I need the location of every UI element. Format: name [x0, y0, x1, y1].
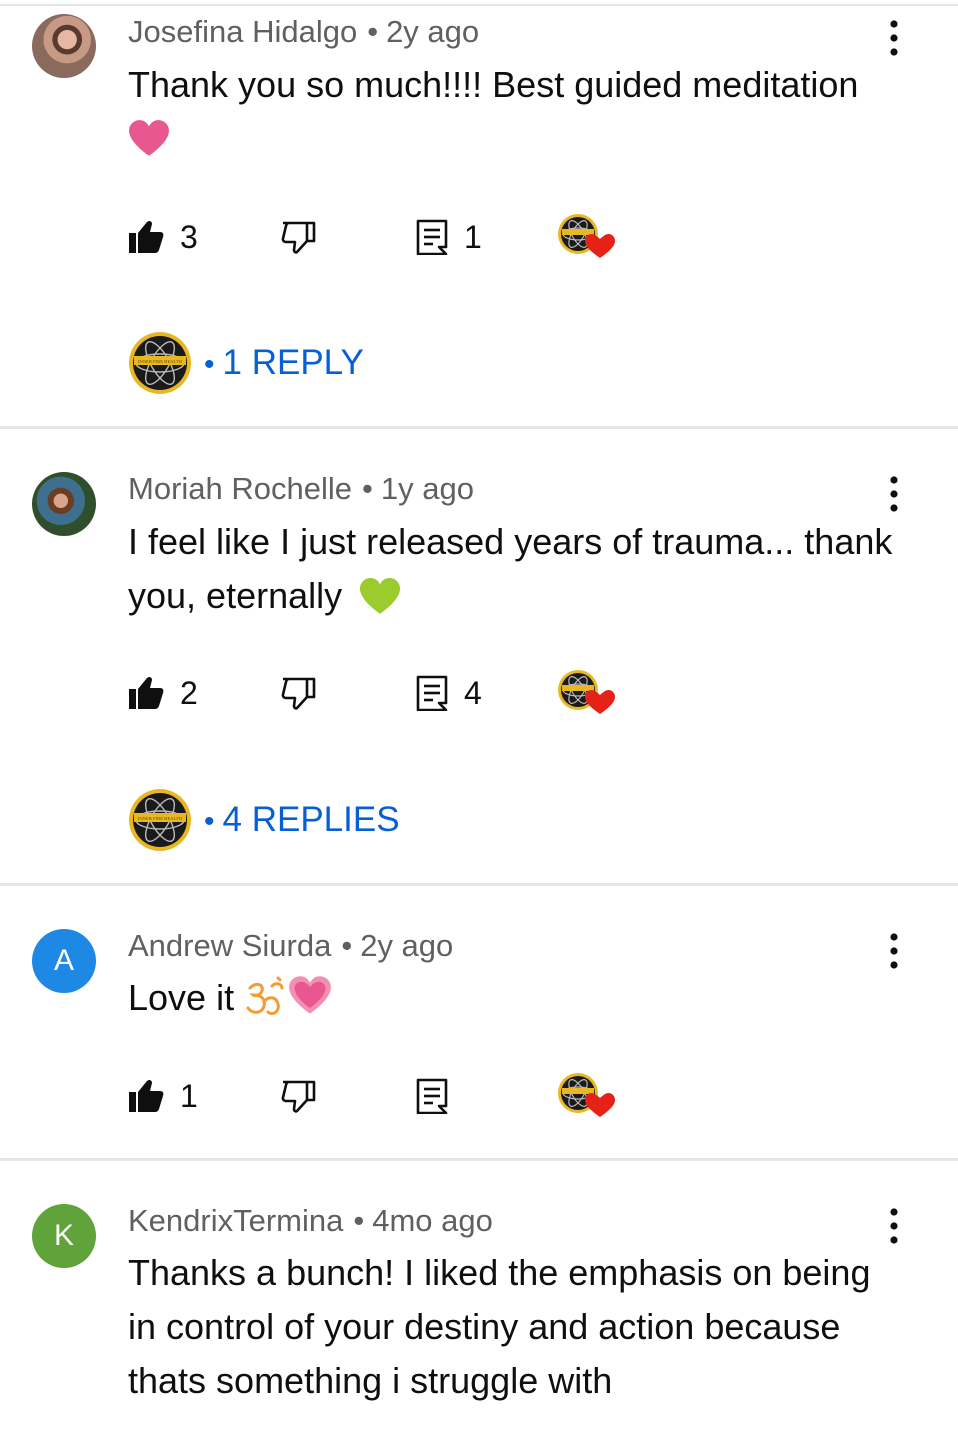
- dislike-button[interactable]: [280, 668, 316, 718]
- comment-actions: 3 1: [128, 212, 648, 262]
- reply-count: 1: [464, 218, 482, 255]
- comment-age: 1y ago: [380, 471, 474, 506]
- channel-logo-text: INNER FIRE HEALTH: [138, 816, 183, 821]
- comment-text: I feel like I just released years of tra…: [128, 521, 893, 616]
- like-count: 2: [180, 674, 198, 711]
- creator-heart-icon: [558, 214, 615, 258]
- replies-label: • 4 REPLIES: [204, 800, 400, 840]
- comment-actions: 1: [128, 1071, 648, 1121]
- like-count: 3: [180, 218, 198, 255]
- separator: •: [341, 928, 353, 963]
- dislike-button[interactable]: [280, 1071, 316, 1121]
- comment-text: Love it: [128, 977, 235, 1018]
- thumbs-up-icon: [129, 1079, 164, 1112]
- author-name[interactable]: Andrew Siurda: [128, 928, 331, 963]
- comment-thread: K KendrixTermina • 4mo ago Thanks a bunch!…: [0, 1188, 958, 1440]
- comment-text-block: I feel like I just released years of tra…: [128, 515, 918, 623]
- comment-divider: [0, 426, 958, 429]
- more-options-icon[interactable]: [880, 474, 908, 514]
- green-heart-icon: [360, 578, 401, 614]
- avatar[interactable]: A: [32, 929, 96, 993]
- avatar-letter: A: [53, 944, 74, 977]
- separator: •: [367, 14, 379, 49]
- thumbs-down-icon: [281, 221, 316, 254]
- sparkling-heart-icon: [289, 976, 331, 1014]
- comment-text: Thank you so much!!!! Best guided medita…: [128, 64, 859, 105]
- more-options-icon[interactable]: [880, 931, 908, 971]
- comment-text-block: Love it: [128, 971, 918, 1025]
- comment-age: 4mo ago: [372, 1203, 493, 1238]
- comment-age: 2y ago: [360, 928, 454, 963]
- more-options-icon[interactable]: [880, 18, 908, 58]
- view-replies-button[interactable]: INNER FIRE HEALTH • 4 REPLIES: [128, 788, 400, 852]
- pink-heart-icon: [129, 120, 169, 156]
- more-options-icon[interactable]: [880, 1206, 908, 1246]
- comment-meta: Josefina Hidalgo • 2y ago: [128, 14, 479, 50]
- view-replies-button[interactable]: INNER FIRE HEALTH • 1 REPLY: [128, 331, 364, 395]
- avatar[interactable]: K: [32, 1204, 96, 1268]
- comment-actions: 2 4: [128, 668, 648, 718]
- avatar[interactable]: [32, 14, 96, 78]
- reply-icon: [416, 1078, 448, 1114]
- separator: •: [362, 471, 373, 506]
- thumbs-down-icon: [281, 1080, 316, 1113]
- comment-age: 2y ago: [386, 14, 480, 49]
- like-count: 1: [180, 1077, 198, 1114]
- separator: •: [204, 348, 215, 381]
- creator-heart-icon: [558, 1073, 615, 1117]
- comment-text-block: Thank you so much!!!! Best guided medita…: [128, 58, 918, 173]
- separator: •: [204, 805, 215, 838]
- comment-thread: A Andrew Siurda • 2y ago Love it 1: [0, 913, 958, 1163]
- replies-count-label: 4 REPLIES: [222, 800, 400, 839]
- comment-text-block: Thanks a bunch! I liked the emphasis on …: [128, 1246, 898, 1408]
- channel-logo-icon: INNER FIRE HEALTH: [129, 332, 191, 394]
- reply-button[interactable]: 1: [416, 212, 482, 262]
- author-name[interactable]: KendrixTermina: [128, 1203, 343, 1238]
- reply-count: 4: [464, 674, 482, 711]
- comment-meta: Andrew Siurda • 2y ago: [128, 928, 453, 964]
- thumbs-down-icon: [281, 677, 316, 710]
- comment-thread: Moriah Rochelle • 1y ago I feel like I jus…: [0, 456, 958, 886]
- channel-logo-text: INNER FIRE HEALTH: [138, 359, 183, 364]
- creator-heart-icon: [558, 670, 615, 714]
- channel-logo-icon: INNER FIRE HEALTH: [129, 789, 191, 851]
- thumbs-up-icon: [129, 676, 164, 709]
- like-button[interactable]: 1: [128, 1071, 198, 1121]
- reply-icon: [416, 219, 448, 255]
- separator: •: [353, 1203, 365, 1238]
- avatar-letter: K: [53, 1219, 74, 1252]
- replies-label: • 1 REPLY: [204, 343, 364, 383]
- dislike-button[interactable]: [280, 212, 316, 262]
- replies-count-label: 1 REPLY: [222, 343, 364, 382]
- comment-text: Thanks a bunch! I liked the emphasis on …: [128, 1252, 871, 1401]
- avatar[interactable]: [32, 472, 96, 536]
- author-name[interactable]: Josefina Hidalgo: [128, 14, 357, 49]
- like-button[interactable]: 2: [128, 668, 198, 718]
- comment-meta: KendrixTermina • 4mo ago: [128, 1203, 493, 1239]
- comment-meta: Moriah Rochelle • 1y ago: [128, 471, 474, 507]
- thumbs-up-icon: [129, 220, 164, 253]
- comment-divider: [0, 883, 958, 886]
- like-button[interactable]: 3: [128, 212, 198, 262]
- reply-button[interactable]: [416, 1071, 448, 1121]
- comment-divider: [0, 1158, 958, 1161]
- reply-icon: [416, 675, 448, 711]
- author-name[interactable]: Moriah Rochelle: [128, 471, 352, 506]
- om-symbol-icon: [246, 976, 284, 1016]
- reply-button[interactable]: 4: [416, 668, 482, 718]
- comment-thread: Josefina Hidalgo • 2y ago Thank you so muc…: [0, 0, 958, 430]
